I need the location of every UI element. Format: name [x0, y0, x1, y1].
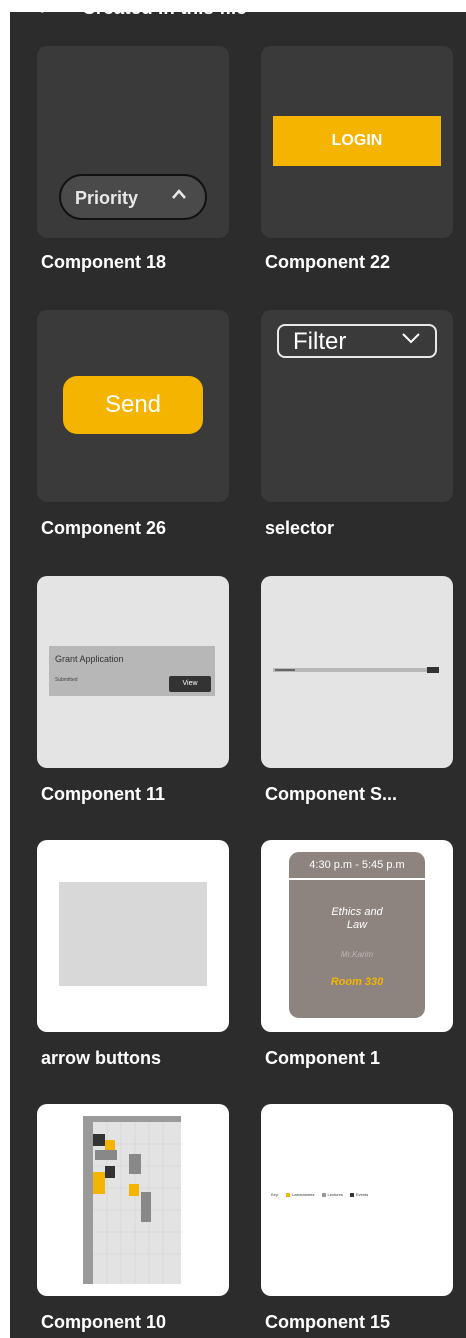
grant-status: Submitted: [55, 677, 78, 683]
legend-lectures: Lectures: [327, 1192, 343, 1197]
panel-header: ‹ Created in this file: [10, 12, 466, 26]
component-18-thumbnail[interactable]: Priority: [37, 46, 229, 238]
chevron-down-icon: [399, 327, 423, 353]
login-button: LOGIN: [273, 116, 441, 166]
back-icon[interactable]: ‹: [38, 12, 44, 20]
component-s-label: Component S...: [265, 784, 397, 804]
key-label: Key:: [271, 1192, 280, 1197]
legend-laboratories: Laboratories: [292, 1192, 315, 1197]
legend-key: Key: Laboratories Lectures Events: [271, 1192, 451, 1197]
priority-pill: Priority: [59, 174, 207, 220]
filter-dropdown: Filter: [277, 324, 437, 358]
priority-label: Priority: [75, 188, 139, 208]
component-18-label: Component 18: [41, 252, 167, 272]
component-26-label: Component 26: [41, 518, 167, 538]
component-11-label: Component 11: [41, 784, 166, 804]
component-15-label: Component 15: [265, 1312, 391, 1332]
arrow-buttons-thumbnail[interactable]: [37, 840, 229, 1032]
legend-events: Events: [355, 1192, 369, 1197]
view-button: View: [169, 676, 211, 692]
component-1-label: Component 1: [265, 1048, 380, 1068]
schedule-grid-preview: [83, 1116, 181, 1284]
class-room: Room 330: [330, 976, 384, 988]
grant-card: Grant Application Submitted View: [49, 646, 215, 696]
component-26-thumbnail[interactable]: Send: [37, 310, 229, 502]
selector-label: selector: [265, 518, 335, 538]
placeholder-rect: [59, 882, 207, 986]
component-10-thumbnail[interactable]: [37, 1104, 229, 1296]
slider-handle: [427, 667, 439, 673]
chevron-up-icon: [169, 184, 189, 210]
component-22-label: Component 22: [265, 252, 391, 272]
panel-title: Created in this file: [82, 12, 247, 20]
component-15-thumbnail[interactable]: Key: Laboratories Lectures Events: [261, 1104, 453, 1296]
send-button: Send: [63, 376, 203, 434]
class-teacher: Mr.Karim: [340, 950, 374, 959]
slider-track: [273, 668, 439, 672]
component-s-thumbnail[interactable]: [261, 576, 453, 768]
arrow-buttons-label: arrow buttons: [41, 1048, 161, 1068]
selector-thumbnail[interactable]: Filter: [261, 310, 453, 502]
assets-panel: ‹ Created in this file Priority Componen…: [10, 12, 466, 1338]
component-1-thumbnail[interactable]: 4:30 p.m - 5:45 p.m Ethics and Law Mr.Ka…: [261, 840, 453, 1032]
legend-swatch-laboratories: [286, 1192, 291, 1197]
component-10-label: Component 10: [41, 1312, 167, 1332]
legend-swatch-lectures: [321, 1192, 326, 1197]
class-time: 4:30 p.m - 5:45 p.m: [289, 852, 425, 880]
component-11-thumbnail[interactable]: Grant Application Submitted View: [37, 576, 229, 768]
slider-fill: [275, 669, 295, 671]
legend-swatch-events: [349, 1192, 354, 1197]
component-22-thumbnail[interactable]: LOGIN: [261, 46, 453, 238]
class-course: Ethics and Law: [331, 906, 383, 931]
filter-label: Filter: [293, 328, 347, 355]
grant-title: Grant Application: [55, 654, 124, 664]
class-card: 4:30 p.m - 5:45 p.m Ethics and Law Mr.Ka…: [289, 852, 425, 1018]
